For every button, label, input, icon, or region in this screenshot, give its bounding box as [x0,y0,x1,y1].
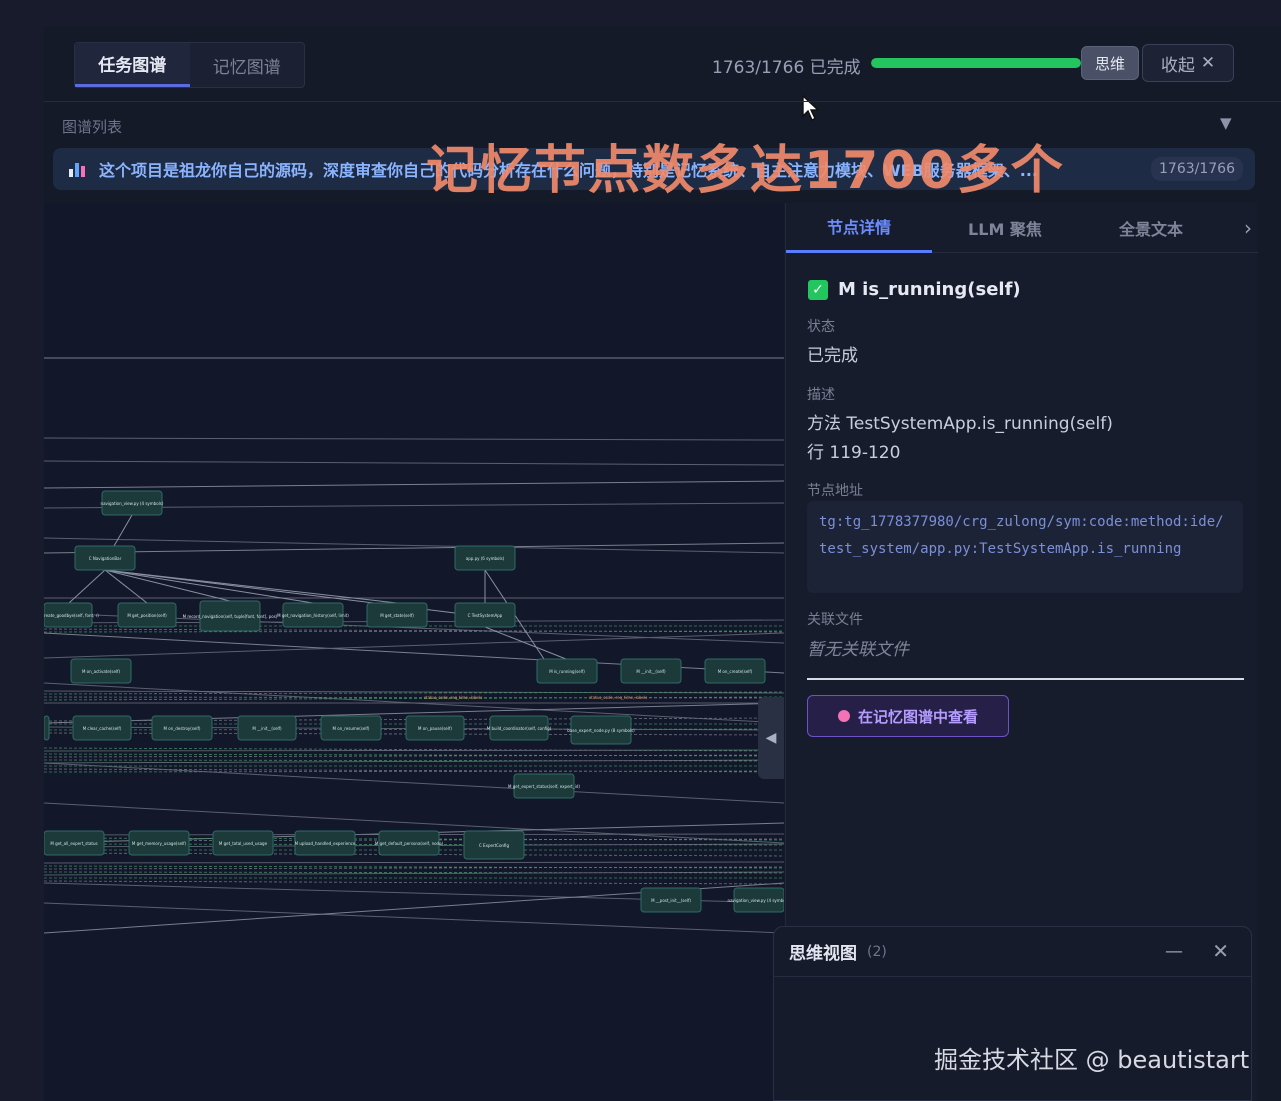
mind-view-count: (2) [867,943,887,960]
graph-node-label: M on_create(self) [718,669,753,674]
graph-edge [113,514,133,547]
graph-node-label: M get_expert_status(self, expert_id) [508,784,580,789]
graph-edge [44,460,784,466]
description-line-1: 方法 TestSystemApp.is_running(self) [807,414,1113,434]
graph-node-label: M on_resume(self) [333,726,370,731]
graph-node-label: M __post_init__(self) [651,898,691,903]
graph-canvas[interactable]: navigation_view.py (4 symbols) C Navigati… [44,203,784,1101]
caret-down-icon[interactable]: ▼ [1220,114,1232,132]
graph-svg[interactable]: navigation_view.py (4 symbols) C Navigati… [44,203,784,1101]
description-line-2: 行 119-120 [807,443,901,463]
related-files-value: 暂无关联文件 [807,640,909,660]
graph-node-label: M get_state(self) [380,613,414,618]
graph-node-label: navigation_view.py (4 symbols) [728,898,784,903]
graph-node-label: M get_total_used_usage [219,841,268,846]
tab-panorama-text[interactable]: 全景文本 [1078,203,1224,253]
progress-bar [871,58,1081,68]
graph-edge [104,569,231,602]
graph-node-label: app.py (6 symbols) [466,556,505,561]
graph-edge [44,542,784,554]
graph-node-label: M clear_cache(self) [83,726,122,731]
status-label: 状态 [807,319,835,335]
panel-divider [807,678,1244,680]
page-background: 任务图谱 记忆图谱 1763/1766 已完成 思维 收起 ✕ 图谱列表 ▼ 这… [0,0,1281,1101]
graph-node-label: M __init__(self) [252,726,282,731]
graph-list-title: 图谱列表 [62,118,123,136]
graph-node-label: base_expert_node.py (8 symbols) [567,728,635,733]
close-icon: ✕ [1200,53,1216,73]
graph-node-label: C NavigationBar [89,556,122,561]
tab-task-graph[interactable]: 任务图谱 [75,43,190,87]
close-icon[interactable]: ✕ [1212,939,1229,963]
collapse-panel-handle[interactable]: ◀ [758,697,784,779]
panel-tabs: 节点详情 LLM 聚焦 全景文本 › [786,203,1258,253]
graph-edge [44,749,784,752]
graph-node-label: M get_position(self) [127,613,167,618]
graph-node-label: M get_default_persona(self, node) [375,841,444,846]
tab-memory-graph[interactable]: 记忆图谱 [190,43,305,87]
graph-edge [44,437,784,441]
graph-edge [44,696,784,699]
tab-llm-focus[interactable]: LLM 聚焦 [932,203,1078,253]
graph-node-label: M upload_handled_experience [295,841,356,846]
graph-edge [44,861,784,864]
graph-node-label: M get_memory_usage(self) [132,841,187,846]
status-value: 已完成 [807,346,858,366]
graph-node [44,715,50,741]
graph-edge [44,762,784,804]
check-icon: ✓ [808,279,828,300]
tab-node-detail[interactable]: 节点详情 [786,203,932,253]
graph-node-label: C ExpertConfig [479,843,509,848]
graph-node-label: M get_all_expert_status [50,841,97,846]
progress-fill [871,58,1081,68]
related-files-label: 关联文件 [807,612,863,628]
graph-node-label: M build_coordinator(self, config) [487,726,552,731]
graph-list-item-count: 1763/1766 [1151,157,1243,181]
collapse-button[interactable]: 收起 ✕ [1142,44,1234,82]
mouse-cursor-icon [802,95,820,121]
graph-node-label: M record_navigation(self, tuple[font, fo… [183,614,278,619]
graph-tabs: 任务图谱 记忆图谱 [74,42,305,88]
graph-edge [44,537,784,554]
node-address-value[interactable]: tg:tg_1778377980/crg_zulong/sym:code:met… [807,501,1243,593]
caret-left-icon: ◀ [765,730,777,746]
collapse-label: 收起 [1160,55,1195,76]
graph-node-label: M __init__(self) [636,669,666,674]
graph-node-label: M get_navigation_history(self, limit) [277,613,349,618]
graph-node-label: M on_pause(self) [418,726,452,731]
mind-view-header: 思维视图 (2) — ✕ [774,927,1251,977]
view-in-memory-graph-label: 在记忆图谱中查看 [857,707,978,726]
pink-dot-icon [837,710,850,722]
graph-node-label: navigation_view.py (4 symbols) [101,501,164,506]
node-title-text: M is_running(self) [838,279,1021,300]
graph-node-label: M is_running(self) [549,669,585,674]
view-in-memory-graph-button[interactable]: 在记忆图谱中查看 [807,695,1009,737]
graph-edge [44,480,784,489]
graph-edge [44,632,784,659]
node-address-label: 节点地址 [807,483,863,499]
chevron-right-icon[interactable]: › [1244,216,1252,240]
watermark: 掘金技术社区 @ beautistart [934,1046,1250,1074]
graph-node-label: M create_goodbye(self, font, r) [44,613,99,618]
node-title: ✓ M is_running(self) [808,279,1021,300]
mind-view-title: 思维视图 [789,944,857,964]
think-button[interactable]: 思维 [1081,46,1139,80]
description-label: 描述 [807,387,835,403]
graph-node-label: M on_activate(self) [82,669,121,674]
progress-text: 1763/1766 已完成 [712,58,861,78]
graph-edge-label: status_code, req_time, labels [589,695,647,700]
graph-edge-label: status_code, req_time, labels [424,695,482,700]
minimize-icon[interactable]: — [1165,941,1183,962]
overlay-caption: 记忆节点数多达1700多个 [426,141,1065,201]
graph-edge [44,630,784,633]
graph-edge [44,880,784,885]
top-divider [44,101,1281,102]
graph-edge [44,770,784,773]
graph-node-label: M on_destroy(self) [164,726,201,731]
bar-chart-icon [69,161,87,177]
graph-node-label: C TestSystemApp [468,613,503,618]
